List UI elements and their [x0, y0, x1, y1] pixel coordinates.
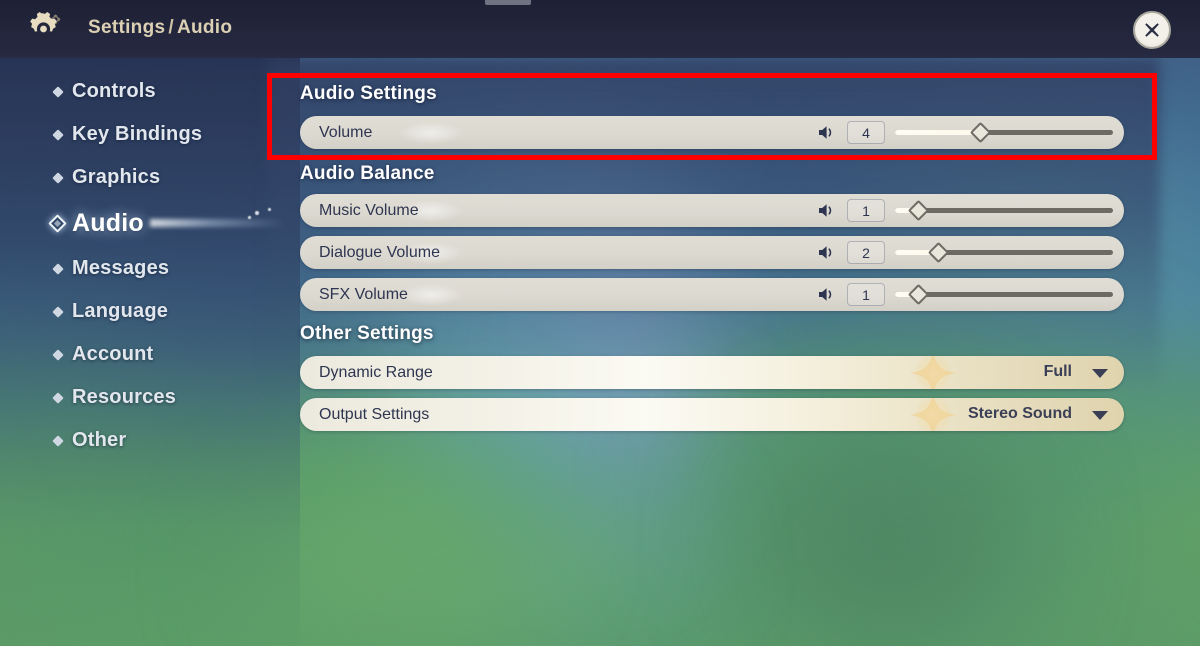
- close-icon: [1141, 19, 1163, 41]
- breadcrumb: Settings / Audio: [88, 17, 232, 39]
- close-button[interactable]: [1133, 11, 1171, 49]
- sidebar-item-label: Controls: [72, 80, 156, 102]
- volume-slider[interactable]: [895, 121, 1113, 144]
- settings-sidebar: Controls Key Bindings Graphics Audio Message…: [0, 70, 290, 462]
- sparkle-icon: [905, 398, 961, 431]
- sidebar-item-label: Audio: [72, 208, 144, 237]
- breadcrumb-separator: /: [168, 17, 174, 38]
- setting-row-dynamic-range[interactable]: Dynamic Range Full: [300, 356, 1124, 389]
- setting-label: Volume: [319, 123, 373, 141]
- section-title-audio-balance: Audio Balance: [300, 163, 435, 184]
- chevron-down-icon[interactable]: [1092, 368, 1108, 378]
- speaker-icon[interactable]: [818, 286, 837, 303]
- diamond-bullet-icon: [52, 262, 64, 275]
- row-watermark: [400, 121, 462, 144]
- diamond-bullet-icon: [52, 434, 64, 447]
- window-notch: [485, 0, 531, 5]
- breadcrumb-current: Audio: [176, 17, 233, 38]
- diamond-bullet-icon: [52, 391, 64, 404]
- sparkle-dot-icon: [268, 208, 272, 212]
- section-title-other-settings: Other Settings: [300, 323, 434, 344]
- section-title-audio-settings: Audio Settings: [300, 83, 437, 104]
- active-glow-streak: [150, 219, 285, 227]
- sidebar-item-label: Other: [72, 429, 127, 451]
- slider-handle[interactable]: [908, 283, 930, 306]
- dropdown-value: Stereo Sound: [967, 404, 1072, 422]
- sidebar-item-account[interactable]: Account: [0, 333, 290, 376]
- slider-handle[interactable]: [908, 199, 930, 222]
- sparkle-icon: [905, 356, 961, 389]
- setting-label: Dynamic Range: [319, 363, 433, 381]
- slider-cluster: 2: [818, 236, 1113, 269]
- sidebar-item-label: Account: [72, 343, 154, 365]
- chevron-down-icon[interactable]: [1092, 410, 1108, 420]
- slider-handle[interactable]: [969, 121, 991, 144]
- setting-row-music-volume[interactable]: Music Volume 1: [300, 194, 1124, 227]
- setting-label: Dialogue Volume: [319, 243, 440, 261]
- setting-label: Output Settings: [319, 405, 430, 423]
- gear-icon: [24, 8, 70, 50]
- volume-slider[interactable]: [895, 283, 1113, 306]
- slider-value: 1: [847, 283, 885, 306]
- setting-row-sfx-volume[interactable]: SFX Volume 1: [300, 278, 1124, 311]
- dropdown-value: Full: [1043, 362, 1072, 380]
- sidebar-item-resources[interactable]: Resources: [0, 376, 290, 419]
- setting-row-volume[interactable]: Volume 4: [300, 116, 1124, 149]
- slider-value: 4: [847, 121, 885, 144]
- sidebar-item-controls[interactable]: Controls: [0, 70, 290, 113]
- sidebar-item-label: Resources: [72, 386, 177, 408]
- speaker-icon[interactable]: [818, 202, 837, 219]
- diamond-bullet-icon: [52, 305, 64, 318]
- title-bar: Settings / Audio: [0, 0, 1200, 58]
- sidebar-item-key-bindings[interactable]: Key Bindings: [0, 113, 290, 156]
- volume-slider[interactable]: [895, 199, 1113, 222]
- sidebar-item-other[interactable]: Other: [0, 419, 290, 462]
- slider-value: 2: [847, 241, 885, 264]
- sidebar-item-graphics[interactable]: Graphics: [0, 156, 290, 199]
- slider-cluster: 1: [818, 278, 1113, 311]
- sidebar-item-label: Graphics: [72, 166, 161, 188]
- settings-screen: Settings / Audio Controls Key Bindings Graph…: [0, 0, 1200, 646]
- sidebar-item-label: Messages: [72, 257, 170, 279]
- sidebar-item-language[interactable]: Language: [0, 290, 290, 333]
- setting-row-dialogue-volume[interactable]: Dialogue Volume 2: [300, 236, 1124, 269]
- breadcrumb-root[interactable]: Settings: [88, 17, 165, 38]
- diamond-bullet-icon: [52, 171, 64, 184]
- row-watermark: [400, 283, 462, 306]
- setting-row-output-settings[interactable]: Output Settings Stereo Sound: [300, 398, 1124, 431]
- diamond-bullet-icon: [52, 348, 64, 361]
- sidebar-item-label: Language: [72, 300, 169, 322]
- setting-label: Music Volume: [319, 201, 419, 219]
- sidebar-item-label: Key Bindings: [72, 123, 203, 145]
- sparkle-dot-icon: [255, 211, 260, 216]
- volume-slider[interactable]: [895, 241, 1113, 264]
- slider-fill: [895, 130, 981, 135]
- sidebar-item-audio[interactable]: Audio: [0, 199, 290, 247]
- diamond-bullet-icon: [52, 128, 64, 141]
- slider-handle[interactable]: [927, 241, 950, 264]
- speaker-icon[interactable]: [818, 124, 837, 141]
- sidebar-item-messages[interactable]: Messages: [0, 247, 290, 290]
- diamond-bullet-icon: [52, 85, 64, 98]
- setting-label: SFX Volume: [319, 285, 408, 303]
- sparkle-dot-icon: [248, 216, 251, 219]
- speaker-icon[interactable]: [818, 244, 837, 261]
- slider-value: 1: [847, 199, 885, 222]
- slider-cluster: 1: [818, 194, 1113, 227]
- diamond-bullet-icon: [48, 213, 67, 233]
- slider-cluster: 4: [818, 116, 1113, 149]
